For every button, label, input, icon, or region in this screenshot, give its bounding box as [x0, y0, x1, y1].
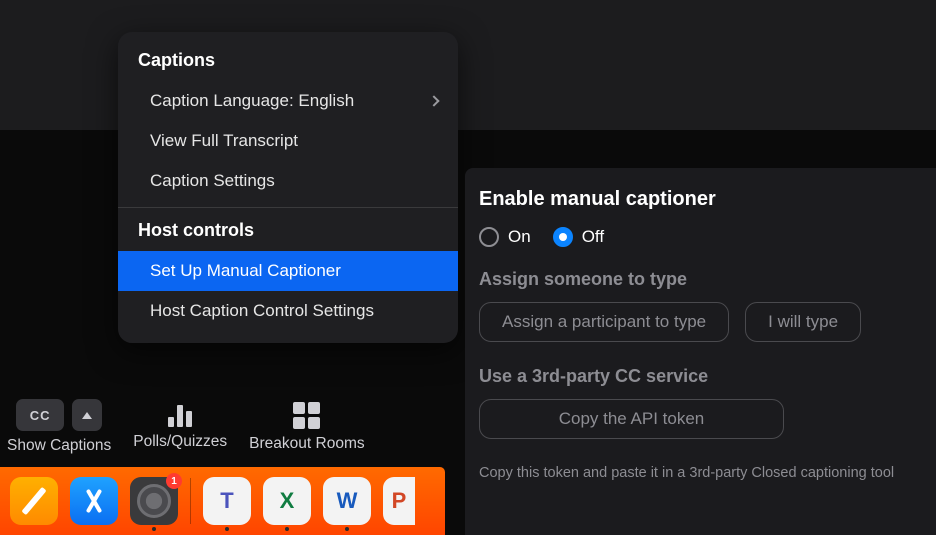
- notification-badge: 1: [166, 473, 182, 489]
- radio-label: Off: [582, 227, 604, 247]
- dock-app-powerpoint[interactable]: P: [383, 477, 415, 525]
- gear-icon: [137, 484, 171, 518]
- dock-app-pages[interactable]: [10, 477, 58, 525]
- enable-radio-group: On Off: [479, 227, 924, 247]
- polls-icon: [168, 403, 192, 427]
- teams-icon: T: [220, 488, 233, 514]
- assign-section-label: Assign someone to type: [479, 269, 924, 290]
- running-indicator-icon: [225, 527, 229, 531]
- menu-item-setup-manual-captioner[interactable]: Set Up Manual Captioner: [118, 251, 458, 291]
- appstore-icon: [79, 486, 109, 516]
- toolbar-label: Breakout Rooms: [249, 435, 364, 453]
- macos-dock: 1 T X W P: [0, 467, 445, 535]
- running-indicator-icon: [152, 527, 156, 531]
- dock-app-system-settings[interactable]: 1: [130, 477, 178, 525]
- assign-participant-button[interactable]: Assign a participant to type: [479, 302, 729, 342]
- radio-label: On: [508, 227, 531, 247]
- dock-app-excel[interactable]: X: [263, 477, 311, 525]
- menu-item-label: Set Up Manual Captioner: [150, 261, 341, 281]
- cc-icon: CC: [16, 399, 64, 431]
- radio-icon: [479, 227, 499, 247]
- cc-button-group: CC: [16, 399, 102, 431]
- radio-icon: [553, 227, 573, 247]
- menu-header-host-controls: Host controls: [118, 214, 458, 251]
- radio-option-on[interactable]: On: [479, 227, 531, 247]
- breakout-rooms-icon: [293, 402, 320, 429]
- manual-captioner-panel: Enable manual captioner On Off Assign so…: [465, 168, 936, 535]
- token-help-text: Copy this token and paste it in a 3rd-pa…: [479, 463, 919, 483]
- menu-item-host-caption-settings[interactable]: Host Caption Control Settings: [118, 291, 458, 331]
- toolbar-show-captions[interactable]: CC Show Captions: [7, 399, 111, 455]
- toolbar-label: Polls/Quizzes: [133, 433, 227, 451]
- toolbar-polls[interactable]: Polls/Quizzes: [133, 403, 227, 451]
- dock-separator: [190, 478, 191, 524]
- toolbar-breakout-rooms[interactable]: Breakout Rooms: [249, 402, 364, 453]
- radio-option-off[interactable]: Off: [553, 227, 604, 247]
- menu-header-captions: Captions: [118, 44, 458, 81]
- token-button-row: Copy the API token: [479, 399, 924, 439]
- powerpoint-icon: P: [392, 488, 407, 514]
- panel-title: Enable manual captioner: [479, 188, 924, 211]
- dock-app-appstore[interactable]: [70, 477, 118, 525]
- assign-button-row: Assign a participant to type I will type: [479, 302, 924, 342]
- captions-caret-button[interactable]: [72, 399, 102, 431]
- chevron-right-icon: [428, 95, 439, 106]
- menu-item-caption-settings[interactable]: Caption Settings: [118, 161, 458, 201]
- caret-up-icon: [82, 412, 92, 419]
- excel-icon: X: [280, 488, 295, 514]
- bottom-toolbar: CC Show Captions Polls/Quizzes Breakout …: [7, 387, 365, 467]
- copy-api-token-button[interactable]: Copy the API token: [479, 399, 784, 439]
- dock-app-teams[interactable]: T: [203, 477, 251, 525]
- thirdparty-section-label: Use a 3rd-party CC service: [479, 366, 924, 387]
- menu-item-label: Caption Language: English: [150, 91, 354, 111]
- toolbar-label: Show Captions: [7, 437, 111, 455]
- menu-item-caption-language[interactable]: Caption Language: English: [118, 81, 458, 121]
- dock-app-word[interactable]: W: [323, 477, 371, 525]
- running-indicator-icon: [345, 527, 349, 531]
- menu-item-view-transcript[interactable]: View Full Transcript: [118, 121, 458, 161]
- menu-item-label: Host Caption Control Settings: [150, 301, 374, 321]
- menu-divider: [118, 207, 458, 208]
- word-icon: W: [337, 488, 358, 514]
- menu-item-label: Caption Settings: [150, 171, 275, 191]
- captions-menu: Captions Caption Language: English View …: [118, 32, 458, 343]
- i-will-type-button[interactable]: I will type: [745, 302, 861, 342]
- menu-item-label: View Full Transcript: [150, 131, 298, 151]
- running-indicator-icon: [285, 527, 289, 531]
- pen-icon: [21, 487, 46, 515]
